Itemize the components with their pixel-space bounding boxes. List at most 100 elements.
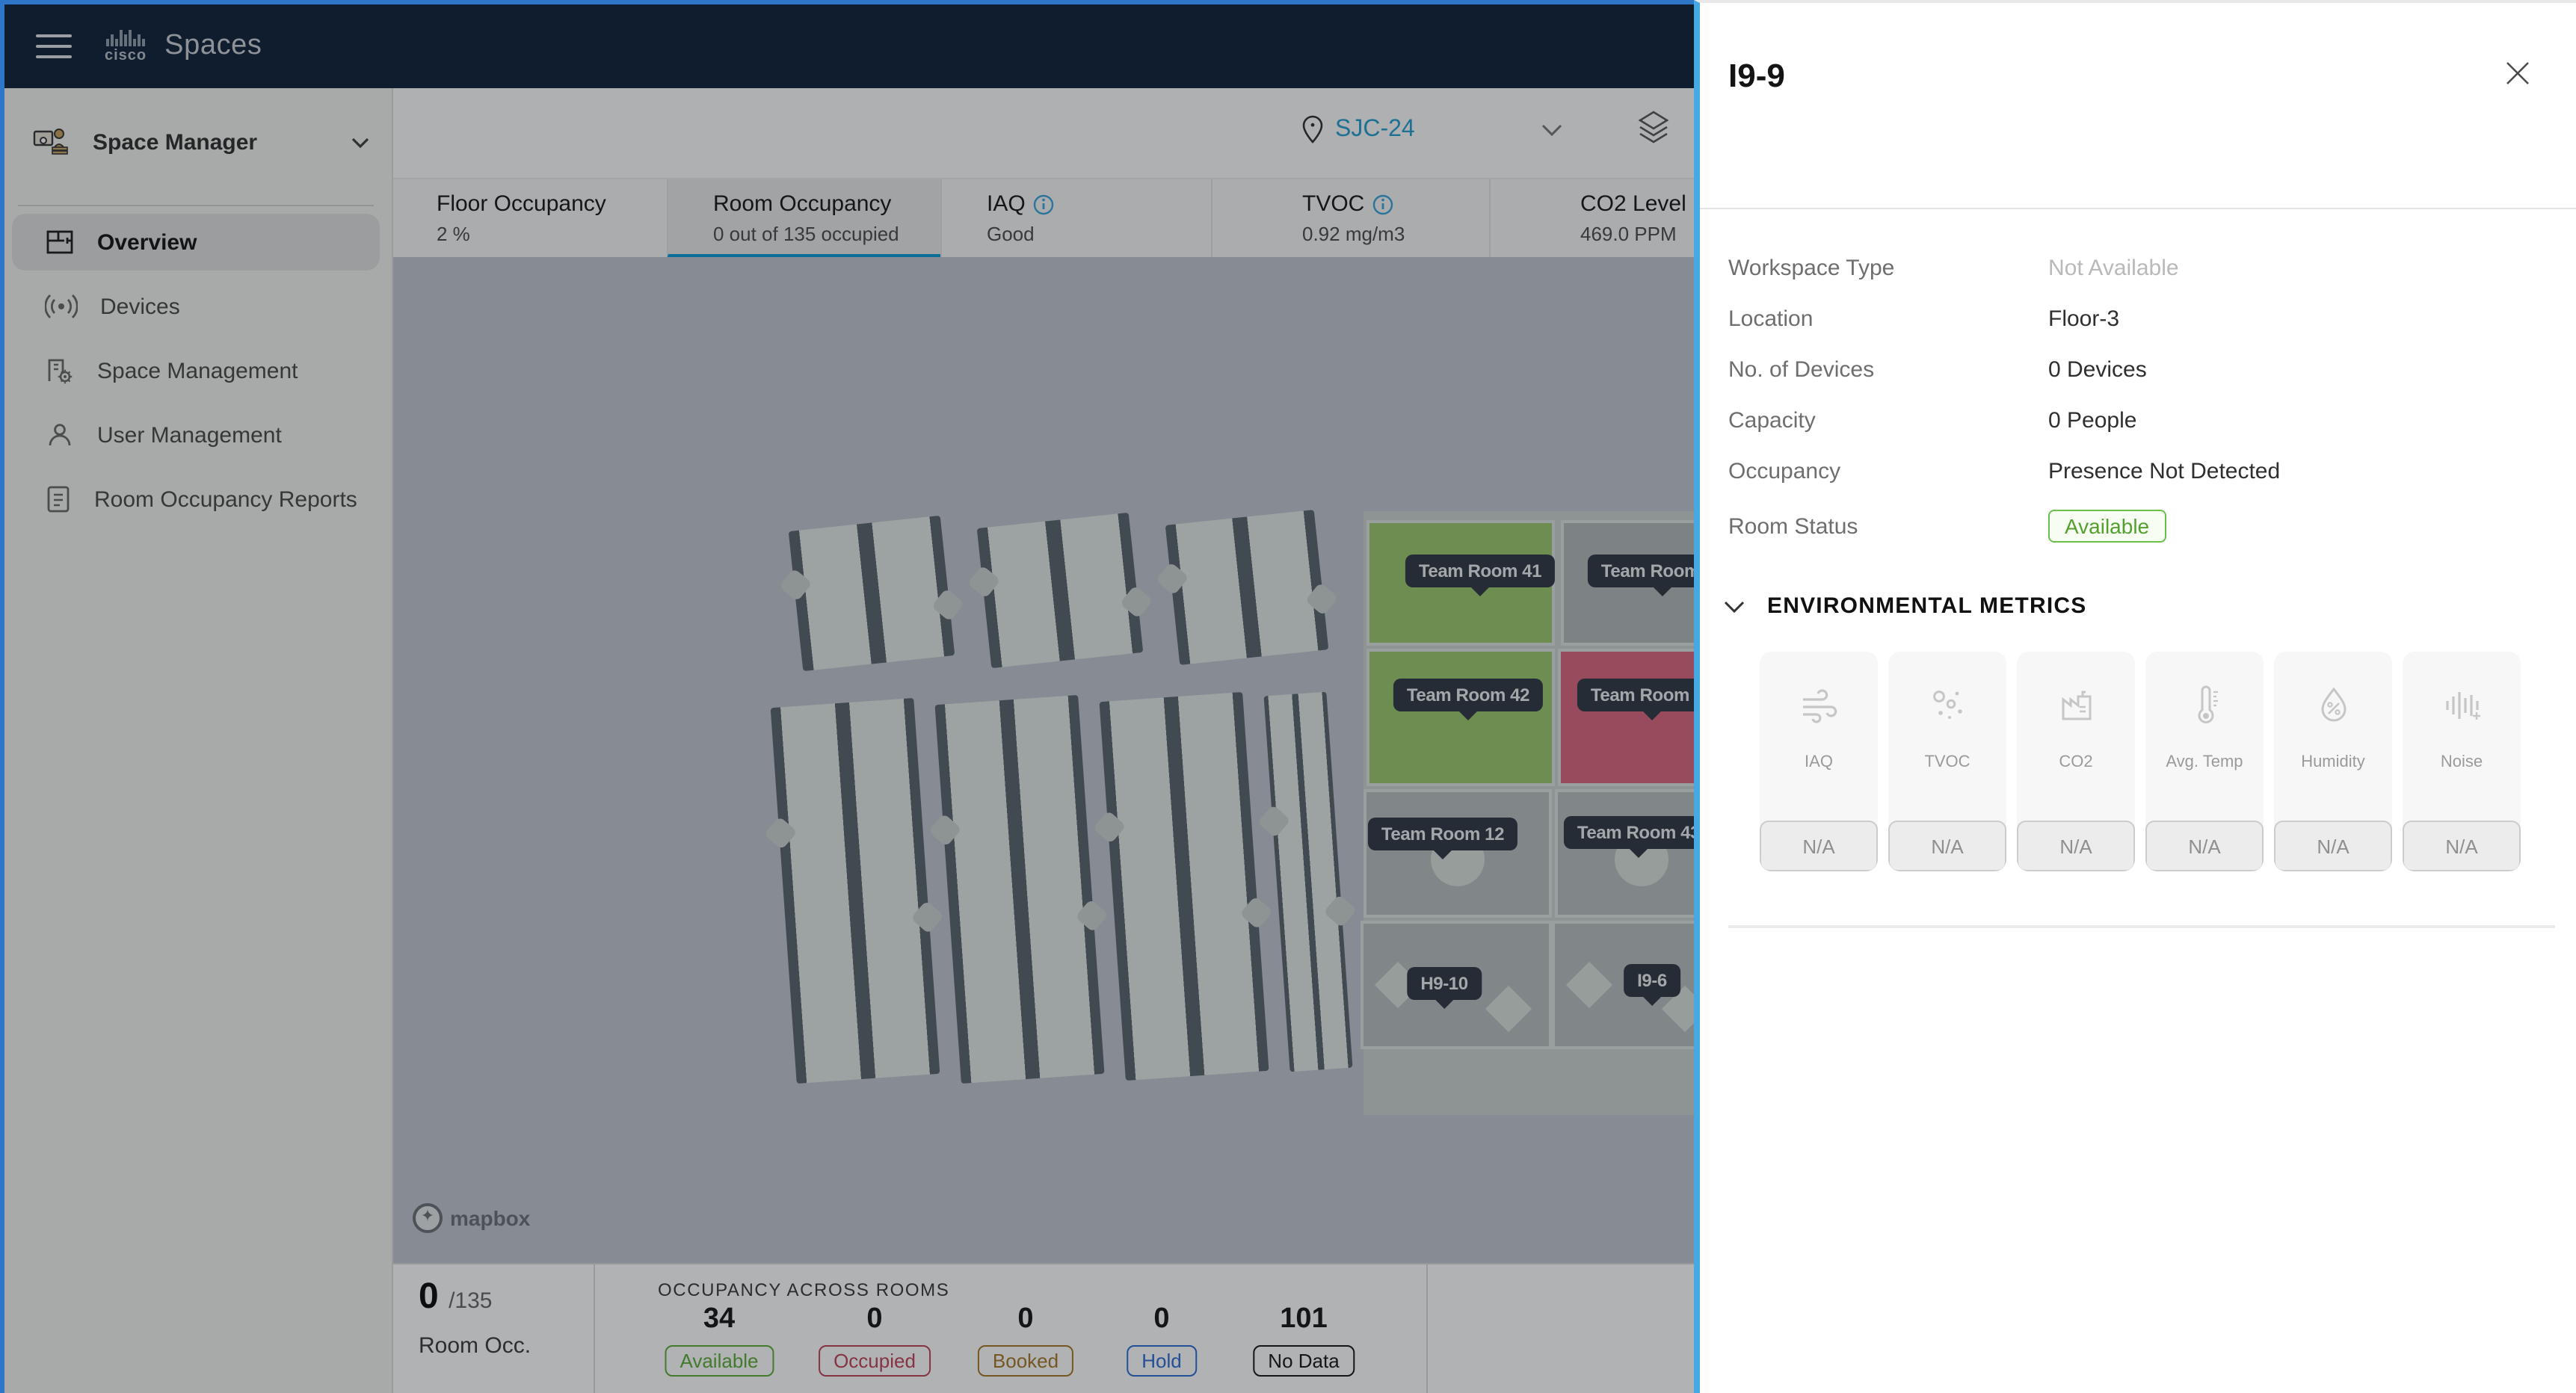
detail-value: Not Available	[2048, 255, 2179, 280]
metric-label: CO2	[2059, 753, 2092, 771]
close-icon	[2501, 57, 2534, 90]
stat-no-data: 101 No Data	[1253, 1303, 1354, 1377]
report-document-icon	[45, 484, 72, 514]
location-selector[interactable]: SJC-24	[1301, 115, 1565, 143]
status-badge-no-data: No Data	[1253, 1345, 1354, 1377]
detail-label: Room Status	[1728, 513, 2048, 539]
environmental-metrics-toggle[interactable]: ENVIRONMENTAL METRICS	[1722, 593, 2086, 619]
room-occ-count: 0	[419, 1276, 439, 1317]
desk-pod[interactable]	[1100, 692, 1269, 1081]
detail-row-devices: No. of Devices 0 Devices	[1728, 344, 2536, 395]
cisco-logo-bars	[106, 28, 145, 46]
status-badge-occupied: Occupied	[819, 1345, 931, 1377]
detail-value: 0 People	[2048, 407, 2136, 433]
sidebar-item-room-occupancy-reports[interactable]: Room Occupancy Reports	[12, 471, 380, 528]
map-layers-button[interactable]	[1636, 109, 1671, 155]
layers-icon	[1636, 109, 1671, 148]
metric-card-tvoc: TVOC N/A	[1888, 652, 2006, 871]
map-label-i9-6[interactable]: I9-6	[1624, 964, 1680, 997]
sidebar-item-devices[interactable]: Devices	[12, 278, 380, 335]
desk-pod[interactable]	[771, 698, 940, 1084]
detail-value: 0 Devices	[2048, 356, 2147, 382]
room-detail-panel: I9-9 Workspace Type Not Available Locati…	[1694, 0, 2576, 1393]
metric-value: N/A	[2403, 821, 2521, 871]
mapbox-logo-icon: ✦	[413, 1203, 443, 1233]
focus-edge-left	[0, 0, 4, 1393]
desk-pod[interactable]	[935, 695, 1105, 1084]
close-button[interactable]	[2501, 57, 2534, 90]
tab-room-occupancy[interactable]: Room Occupancy 0 out of 135 occupied	[667, 179, 940, 259]
room-team-room-44[interactable]	[1558, 649, 1694, 786]
status-badge-hold: Hold	[1127, 1345, 1197, 1377]
map-label-h9-10[interactable]: H9-10	[1407, 967, 1481, 1000]
tab-label: TVOC	[1302, 191, 1364, 217]
metric-card-avg-temp: Avg. Temp N/A	[2145, 652, 2264, 871]
room-status-badge: Available	[2048, 510, 2166, 543]
floor-map[interactable]: Team Room 41 Team Room 45 Team Room 42 T…	[392, 257, 1694, 1263]
status-badge-booked: Booked	[978, 1345, 1073, 1377]
room-occ-label: Room Occ.	[419, 1333, 531, 1359]
stat-value: 0	[1127, 1303, 1197, 1336]
stat-occupied: 0 Occupied	[819, 1303, 931, 1377]
tab-tvoc[interactable]: TVOC 0.92 mg/m3	[1211, 179, 1489, 259]
chevron-down-icon	[1541, 122, 1565, 137]
sidebar-item-label: User Management	[97, 422, 282, 448]
tvoc-molecules-icon	[1926, 685, 1968, 726]
metric-value: N/A	[2017, 821, 2135, 871]
tab-floor-occupancy[interactable]: Floor Occupancy 2 %	[392, 179, 667, 259]
app-title: Spaces	[164, 30, 262, 63]
map-label-team-room-12[interactable]: Team Room 12	[1368, 818, 1517, 850]
stat-value: 0	[978, 1303, 1073, 1336]
metric-label: TVOC	[1924, 753, 1970, 771]
stat-booked: 0 Booked	[978, 1303, 1073, 1377]
tab-label: Room Occupancy	[713, 191, 940, 217]
tab-label: IAQ	[987, 191, 1026, 217]
sidebar-item-overview[interactable]: Overview	[12, 214, 380, 271]
workspace-switcher[interactable]: Space Manager	[33, 124, 371, 160]
detail-label: Location	[1728, 306, 2048, 331]
metric-label: Humidity	[2301, 753, 2365, 771]
cisco-wordmark: cisco	[105, 48, 147, 64]
environmental-metric-cards: IAQ N/A TVOC N/A CO2 N/A	[1760, 652, 2521, 871]
detail-row-workspace-type: Workspace Type Not Available	[1728, 242, 2536, 293]
metric-value: N/A	[1760, 821, 1878, 871]
info-icon[interactable]	[1372, 194, 1393, 214]
thermometer-icon	[2184, 685, 2225, 726]
cisco-logo: cisco	[105, 28, 147, 64]
metric-value: N/A	[2274, 821, 2392, 871]
space-manager-icon	[33, 124, 72, 160]
map-label-team-room-43[interactable]: Team Room 43	[1564, 816, 1694, 849]
info-icon[interactable]	[1033, 194, 1054, 214]
room-team-room-43[interactable]	[1555, 789, 1694, 918]
map-label-team-room-45[interactable]: Team Room 45	[1588, 555, 1694, 587]
desk-pod[interactable]	[977, 513, 1144, 668]
detail-row-location: Location Floor-3	[1728, 293, 2536, 344]
map-label-team-room-42[interactable]: Team Room 42	[1393, 679, 1543, 711]
map-label-team-room-44[interactable]: Team Room 44	[1577, 679, 1694, 711]
desk-pod[interactable]	[1264, 692, 1353, 1072]
top-navbar: cisco Spaces	[0, 4, 1694, 88]
floorplan-icon	[45, 227, 75, 257]
tab-label: Floor Occupancy	[437, 191, 667, 217]
stat-available: 34 Available	[665, 1303, 773, 1377]
desk-pod[interactable]	[1165, 510, 1329, 665]
desk-pod[interactable]	[789, 516, 955, 671]
room-occupancy-total: 0 /135 Room Occ.	[392, 1264, 594, 1393]
sidebar-item-space-management[interactable]: Space Management	[12, 342, 380, 399]
sidebar-item-user-management[interactable]: User Management	[12, 407, 380, 463]
chevron-down-icon	[350, 135, 371, 149]
panel-title: I9-9	[1728, 57, 1785, 96]
hamburger-menu-icon[interactable]	[36, 27, 72, 66]
stat-value: 34	[665, 1303, 773, 1336]
wireless-device-icon	[45, 293, 78, 320]
detail-value: Presence Not Detected	[2048, 458, 2280, 484]
tab-iaq[interactable]: IAQ Good	[940, 179, 1211, 259]
stat-hold: 0 Hold	[1127, 1303, 1197, 1377]
metric-tabs: Floor Occupancy 2 % Room Occupancy 0 out…	[392, 178, 1694, 259]
occupancy-header: OCCUPANCY ACROSS ROOMS	[658, 1279, 949, 1300]
map-label-team-room-41[interactable]: Team Room 41	[1405, 555, 1555, 587]
tab-co2-level[interactable]: CO2 Level 469.0 PPM	[1489, 179, 1694, 259]
divider	[1426, 1264, 1428, 1393]
room-team-room-12[interactable]	[1364, 789, 1552, 918]
metric-value: N/A	[1888, 821, 2006, 871]
